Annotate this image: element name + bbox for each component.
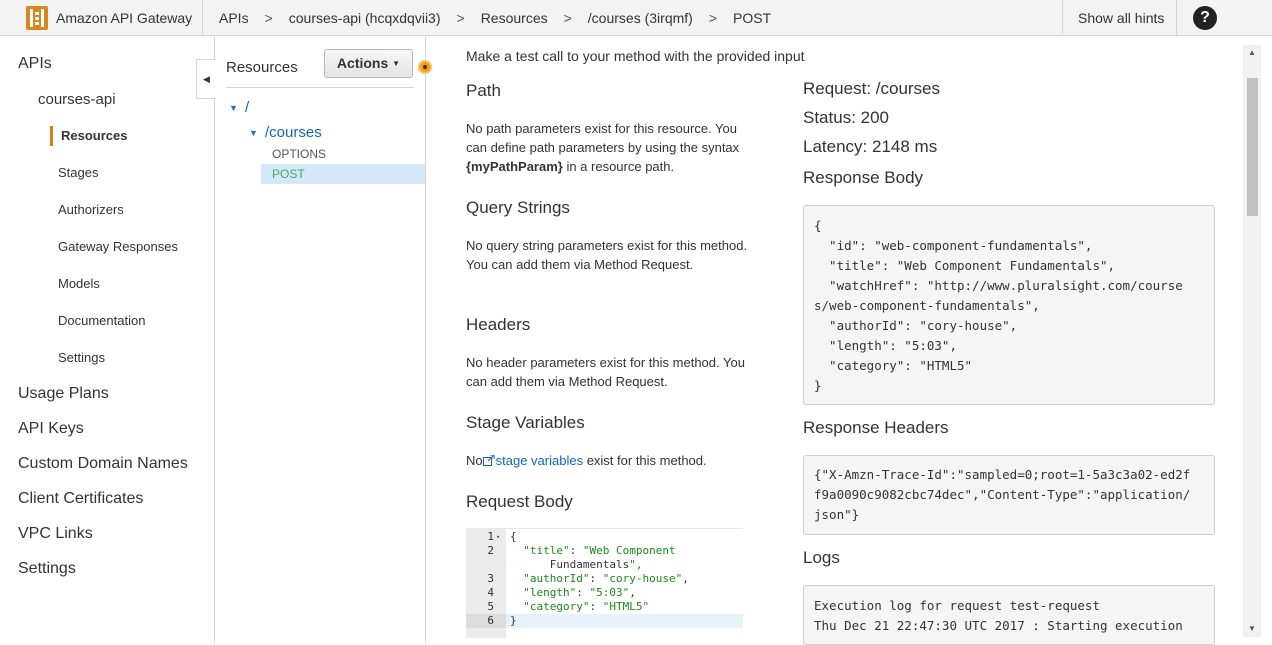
- brand-name: Amazon API Gateway: [56, 10, 193, 26]
- scroll-down-icon[interactable]: ▼: [1243, 621, 1261, 637]
- breadcrumb-method: POST: [733, 10, 772, 26]
- line-number: 6: [487, 614, 494, 627]
- response-body: { "id": "web-component-fundamentals", "t…: [803, 205, 1215, 405]
- resources-panel: Resources Actions ▼ ▼ / ▼ /courses OPTIO…: [216, 37, 426, 644]
- divider: [202, 0, 203, 36]
- nav-resources[interactable]: Resources: [61, 128, 127, 143]
- response-body-heading: Response Body: [803, 168, 924, 187]
- brand-logo[interactable]: Amazon API Gateway: [26, 6, 192, 30]
- stage-text-1: No: [466, 453, 483, 468]
- method-post-selected[interactable]: POST: [261, 164, 425, 184]
- code-line: "length": "5:03",: [523, 586, 636, 599]
- line-number: 2: [487, 544, 494, 557]
- query-strings-heading: Query Strings: [466, 198, 570, 217]
- breadcrumb-resource[interactable]: /courses (3irqmf): [588, 10, 693, 26]
- code-line: Fundamentals",: [510, 558, 643, 571]
- show-all-hints-button[interactable]: Show all hints: [1078, 0, 1164, 36]
- chevron-down-icon: ▼: [392, 59, 401, 68]
- nav-authorizers[interactable]: Authorizers: [58, 202, 124, 217]
- fold-toggle-icon[interactable]: ▾: [496, 530, 500, 544]
- path-text-2: in a resource path.: [562, 159, 675, 174]
- scrollbar-thumb[interactable]: [1247, 78, 1258, 216]
- path-param-example: {myPathParam}: [466, 159, 563, 174]
- divider: [1062, 0, 1063, 36]
- breadcrumb: APIs > courses-api (hcqxdqvii3) > Resour…: [219, 0, 771, 36]
- request-body-editor[interactable]: 1 ▾ {2 "title": "Web Component Fundamental…: [466, 528, 743, 638]
- request-body-heading: Request Body: [466, 492, 573, 511]
- path-heading: Path: [466, 81, 501, 100]
- nav-client-certificates[interactable]: Client Certificates: [18, 490, 143, 508]
- nav-models[interactable]: Models: [58, 276, 100, 291]
- divider: [226, 87, 414, 88]
- nav-api-settings[interactable]: Settings: [58, 350, 105, 365]
- request-path: Request: /courses: [803, 79, 941, 98]
- nav-gateway-responses[interactable]: Gateway Responses: [58, 239, 178, 254]
- test-intro: Make a test call to your method with the…: [466, 48, 805, 64]
- logs: Execution log for request test-request T…: [803, 585, 1215, 645]
- code-line: "title": "Web Component: [523, 544, 676, 557]
- stage-variables-heading: Stage Variables: [466, 413, 585, 432]
- method-options[interactable]: OPTIONS: [272, 147, 326, 161]
- nav-vpc-links[interactable]: VPC Links: [18, 525, 93, 543]
- nav-stages[interactable]: Stages: [58, 165, 98, 180]
- stage-variables-link[interactable]: stage variables: [496, 453, 583, 468]
- divider: [1176, 0, 1177, 36]
- line-number: 5: [487, 600, 494, 613]
- actions-button[interactable]: Actions ▼: [324, 49, 413, 78]
- code-line: "category": "HTML5": [523, 600, 650, 613]
- breadcrumb-apis[interactable]: APIs: [219, 10, 249, 26]
- active-indicator: [50, 126, 53, 146]
- headers-heading: Headers: [466, 315, 531, 334]
- page-scrollbar[interactable]: ▲ ▼: [1243, 45, 1261, 637]
- query-strings-description: No query string parameters exist for thi…: [466, 238, 748, 272]
- left-navigation: APIs courses-api Resources Stages Author…: [0, 37, 215, 644]
- code-line: }: [510, 614, 517, 627]
- code-line: "authorId": "cory-house",: [523, 572, 689, 585]
- logs-heading: Logs: [803, 548, 840, 567]
- nav-settings[interactable]: Settings: [18, 560, 76, 578]
- breadcrumb-separator: >: [264, 10, 273, 26]
- line-number: 1: [487, 530, 494, 543]
- stage-text-2: exist for this method.: [583, 453, 707, 468]
- expand-caret-icon[interactable]: ▼: [249, 128, 258, 138]
- help-icon[interactable]: ?: [1193, 6, 1217, 30]
- external-link-icon: [482, 455, 495, 466]
- response-latency: Latency: 2148 ms: [803, 137, 938, 156]
- response-headers-heading: Response Headers: [803, 418, 949, 437]
- breadcrumb-api[interactable]: courses-api (hcqxdqvii3): [289, 10, 441, 26]
- top-bar: Amazon API Gateway APIs > courses-api (h…: [0, 0, 1272, 36]
- active-line: [506, 614, 743, 628]
- response-status: Status: 200: [803, 108, 890, 127]
- stage-variables-description: No stage variables exist for this method.: [466, 451, 751, 470]
- response-headers: {"X-Amzn-Trace-Id":"sampled=0;root=1-5a3…: [803, 455, 1215, 535]
- breadcrumb-resources[interactable]: Resources: [481, 10, 548, 26]
- resources-title: Resources: [226, 59, 298, 76]
- breadcrumb-separator: >: [563, 10, 572, 26]
- line-number: 4: [487, 586, 494, 599]
- scroll-up-icon[interactable]: ▲: [1243, 45, 1261, 61]
- actions-label: Actions: [336, 55, 389, 71]
- resource-courses[interactable]: /courses: [265, 124, 322, 141]
- headers-description: No header parameters exist for this meth…: [466, 355, 745, 389]
- status-indicator-icon: [418, 60, 432, 74]
- breadcrumb-separator: >: [708, 10, 718, 26]
- path-description: No path parameters exist for this resour…: [466, 119, 751, 176]
- nav-api-keys[interactable]: API Keys: [18, 420, 84, 438]
- line-number: 3: [487, 572, 494, 585]
- nav-api-name[interactable]: courses-api: [38, 91, 116, 108]
- nav-usage-plans[interactable]: Usage Plans: [18, 385, 109, 403]
- nav-documentation[interactable]: Documentation: [58, 313, 145, 328]
- resource-root[interactable]: /: [245, 99, 249, 116]
- method-post-label: POST: [272, 167, 305, 181]
- path-text-1: No path parameters exist for this resour…: [466, 121, 740, 155]
- breadcrumb-separator: >: [456, 10, 465, 26]
- code-line: {: [510, 530, 517, 543]
- collapse-panel-icon[interactable]: ◀: [196, 59, 216, 99]
- expand-caret-icon[interactable]: ▼: [229, 103, 238, 113]
- nav-apis[interactable]: APIs: [18, 55, 52, 73]
- api-gateway-logo-icon: [26, 6, 48, 30]
- nav-custom-domain-names[interactable]: Custom Domain Names: [18, 455, 188, 473]
